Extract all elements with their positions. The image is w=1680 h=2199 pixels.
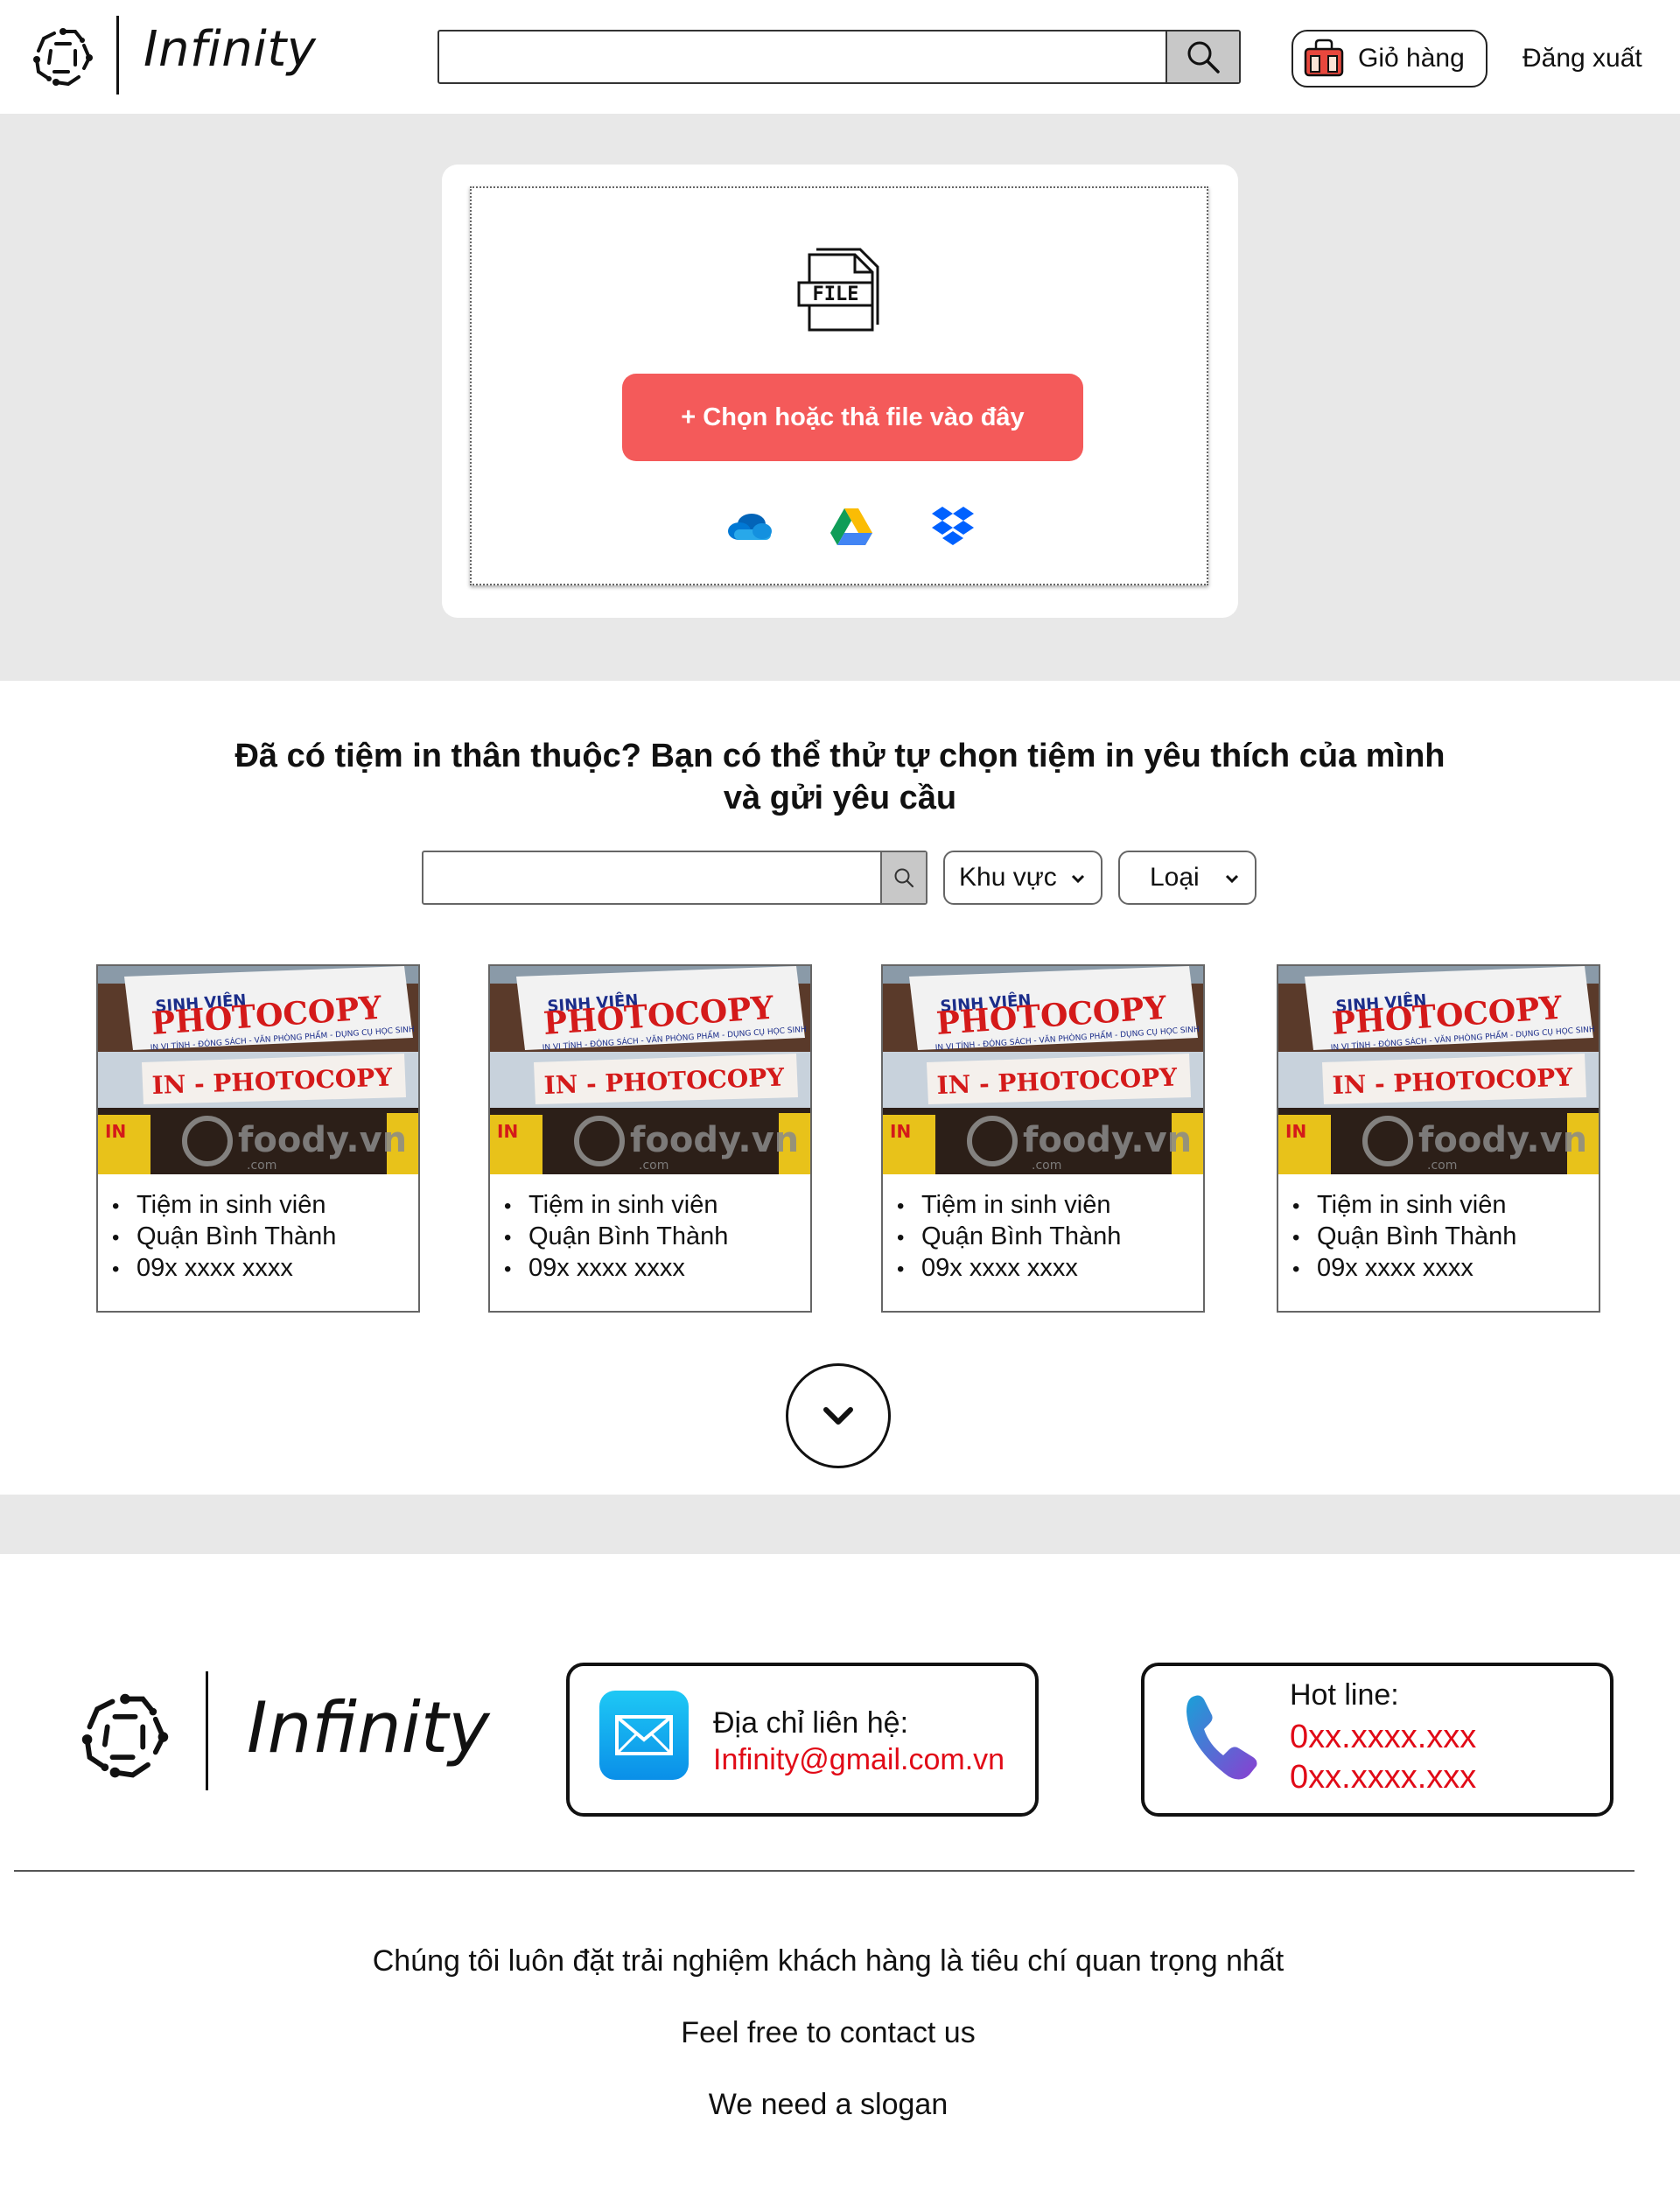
svg-text:.com: .com: [639, 1159, 668, 1173]
chevron-down-icon: [1225, 874, 1239, 884]
file-icon-text: FILE: [813, 284, 859, 305]
svg-text:foody.vn: foody.vn: [238, 1120, 407, 1160]
footer-brand-name: Infinity: [247, 1687, 490, 1768]
cart-label: Giỏ hàng: [1358, 44, 1465, 73]
shop-info-list: Tiệm in sinh viênQuận Bình Thành09x xxxx…: [504, 1190, 728, 1285]
shop-info-list: Tiệm in sinh viênQuận Bình Thành09x xxxx…: [112, 1190, 336, 1285]
footer-contact-invite: Feel free to contact us: [681, 2016, 976, 2049]
type-filter-label: Loại: [1150, 863, 1200, 892]
footer-motto: Chúng tôi luôn đặt trải nghiệm khách hàn…: [372, 1944, 1284, 1978]
shop-district: Quận Bình Thành: [1292, 1222, 1516, 1253]
shop-name: Tiệm in sinh viên: [897, 1190, 1121, 1222]
upload-section: FILE + Chọn hoặc thả file vào đây: [0, 114, 1680, 681]
svg-text:foody.vn: foody.vn: [630, 1120, 799, 1160]
hotline-number-2[interactable]: 0xx.xxxx.xxx: [1290, 1759, 1476, 1796]
upload-card: FILE + Chọn hoặc thả file vào đây: [442, 165, 1238, 618]
shop-section-title: Đã có tiệm in thân thuộc? Bạn có thể thử…: [228, 735, 1452, 819]
cloud-sources: [725, 503, 988, 556]
load-more-button[interactable]: [786, 1363, 891, 1468]
shop-info-list: Tiệm in sinh viênQuận Bình Thành09x xxxx…: [1292, 1190, 1516, 1285]
svg-text:foody.vn: foody.vn: [1023, 1120, 1192, 1160]
choose-file-button[interactable]: + Chọn hoặc thả file vào đây: [622, 374, 1083, 461]
shop-card[interactable]: SINH VIÊN PHOTOCOPY IN VI TÍNH - ĐÓNG SÁCH…: [1277, 964, 1600, 1313]
svg-text:IN: IN: [105, 1121, 126, 1142]
cart-button[interactable]: Giỏ hàng: [1292, 30, 1488, 88]
shop-search-button[interactable]: [880, 852, 926, 903]
shop-photo: SINH VIÊNPHOTOCOPYIN VI TÍNH - ĐÓNG SÁCH…: [98, 966, 418, 1174]
hotline-contact-box: Hot line: 0xx.xxxx.xxx 0xx.xxxx.xxx: [1141, 1663, 1614, 1817]
shop-photo: SINH VIÊNPHOTOCOPYIN VI TÍNH - ĐÓNG SÁCH…: [1278, 966, 1599, 1174]
svg-text:.com: .com: [247, 1159, 276, 1173]
svg-text:.com: .com: [1032, 1159, 1061, 1173]
email-label: Địa chỉ liên hệ:: [713, 1706, 909, 1740]
hotline-label: Hot line:: [1290, 1678, 1399, 1712]
search-icon: [894, 868, 914, 888]
header-search: [438, 30, 1241, 84]
site-header: Infinity Giỏ hàng Đăng xuất: [0, 0, 1680, 114]
shop-search-input[interactable]: [424, 852, 880, 903]
chevron-down-icon: [1071, 874, 1085, 884]
shop-search: [422, 851, 928, 905]
svg-text:.com: .com: [1427, 1159, 1457, 1173]
hotline-number-1[interactable]: 0xx.xxxx.xxx: [1290, 1719, 1476, 1756]
footer-slogan: We need a slogan: [708, 2088, 948, 2121]
shop-title-line2: và gửi yêu cầu: [723, 780, 957, 816]
shop-photo: SINH VIÊNPHOTOCOPYIN VI TÍNH - ĐÓNG SÁCH…: [490, 966, 810, 1174]
email-contact-box: Địa chỉ liên hệ: Infinity@gmail.com.vn: [566, 1663, 1039, 1817]
shop-phone: 09x xxxx xxxx: [897, 1253, 1121, 1285]
brand-name[interactable]: Infinity: [144, 21, 316, 78]
onedrive-icon[interactable]: [725, 503, 774, 552]
phone-icon: [1186, 1695, 1257, 1780]
shop-district: Quận Bình Thành: [504, 1222, 728, 1253]
type-filter-select[interactable]: Loại: [1118, 851, 1256, 905]
chevron-down-icon: [823, 1407, 853, 1425]
shop-district: Quận Bình Thành: [897, 1222, 1121, 1253]
shop-card-list: SINH VIÊN PHOTOCOPY IN VI TÍNH - ĐÓNG SÁCH…: [0, 964, 1680, 1314]
header-search-input[interactable]: [439, 32, 1167, 82]
shopping-bag-icon: [1304, 39, 1344, 77]
area-filter-label: Khu vực: [959, 863, 1057, 892]
search-icon: [1187, 41, 1220, 74]
shop-phone: 09x xxxx xxxx: [112, 1253, 336, 1285]
infinity-logo-icon[interactable]: [77, 1689, 173, 1785]
header-search-button[interactable]: [1166, 32, 1239, 82]
shop-title-line1: Đã có tiệm in thân thuộc? Bạn có thể thử…: [234, 738, 1446, 774]
svg-text:foody.vn: foody.vn: [1418, 1120, 1587, 1160]
dropbox-icon[interactable]: [928, 503, 977, 552]
shop-card[interactable]: SINH VIÊN PHOTOCOPY IN VI TÍNH - ĐÓNG SÁCH…: [96, 964, 420, 1313]
svg-text:IN: IN: [497, 1121, 518, 1142]
mail-icon: [599, 1691, 689, 1780]
svg-text:IN: IN: [1285, 1121, 1306, 1142]
shop-name: Tiệm in sinh viên: [504, 1190, 728, 1222]
file-icon: FILE: [797, 248, 879, 332]
shop-card[interactable]: SINH VIÊN PHOTOCOPY IN VI TÍNH - ĐÓNG SÁCH…: [488, 964, 812, 1313]
footer-logo-divider: [206, 1671, 208, 1790]
logout-link[interactable]: Đăng xuất: [1522, 44, 1642, 74]
shop-district: Quận Bình Thành: [112, 1222, 336, 1253]
shop-card[interactable]: SINH VIÊN PHOTOCOPY IN VI TÍNH - ĐÓNG SÁCH…: [881, 964, 1205, 1313]
file-dropzone[interactable]: FILE + Chọn hoặc thả file vào đây: [470, 186, 1208, 585]
shop-name: Tiệm in sinh viên: [1292, 1190, 1516, 1222]
logo-divider: [116, 16, 119, 95]
footer-divider: [14, 1870, 1634, 1872]
shop-phone: 09x xxxx xxxx: [1292, 1253, 1516, 1285]
section-divider-band: [0, 1495, 1680, 1554]
email-value[interactable]: Infinity@gmail.com.vn: [713, 1743, 1004, 1777]
shop-photo: SINH VIÊNPHOTOCOPYIN VI TÍNH - ĐÓNG SÁCH…: [883, 966, 1203, 1174]
shop-name: Tiệm in sinh viên: [112, 1190, 336, 1222]
infinity-logo-icon[interactable]: [30, 25, 96, 91]
svg-text:IN: IN: [890, 1121, 911, 1142]
google-drive-icon[interactable]: [827, 503, 876, 552]
shop-info-list: Tiệm in sinh viênQuận Bình Thành09x xxxx…: [897, 1190, 1121, 1285]
area-filter-select[interactable]: Khu vực: [943, 851, 1102, 905]
shop-phone: 09x xxxx xxxx: [504, 1253, 728, 1285]
